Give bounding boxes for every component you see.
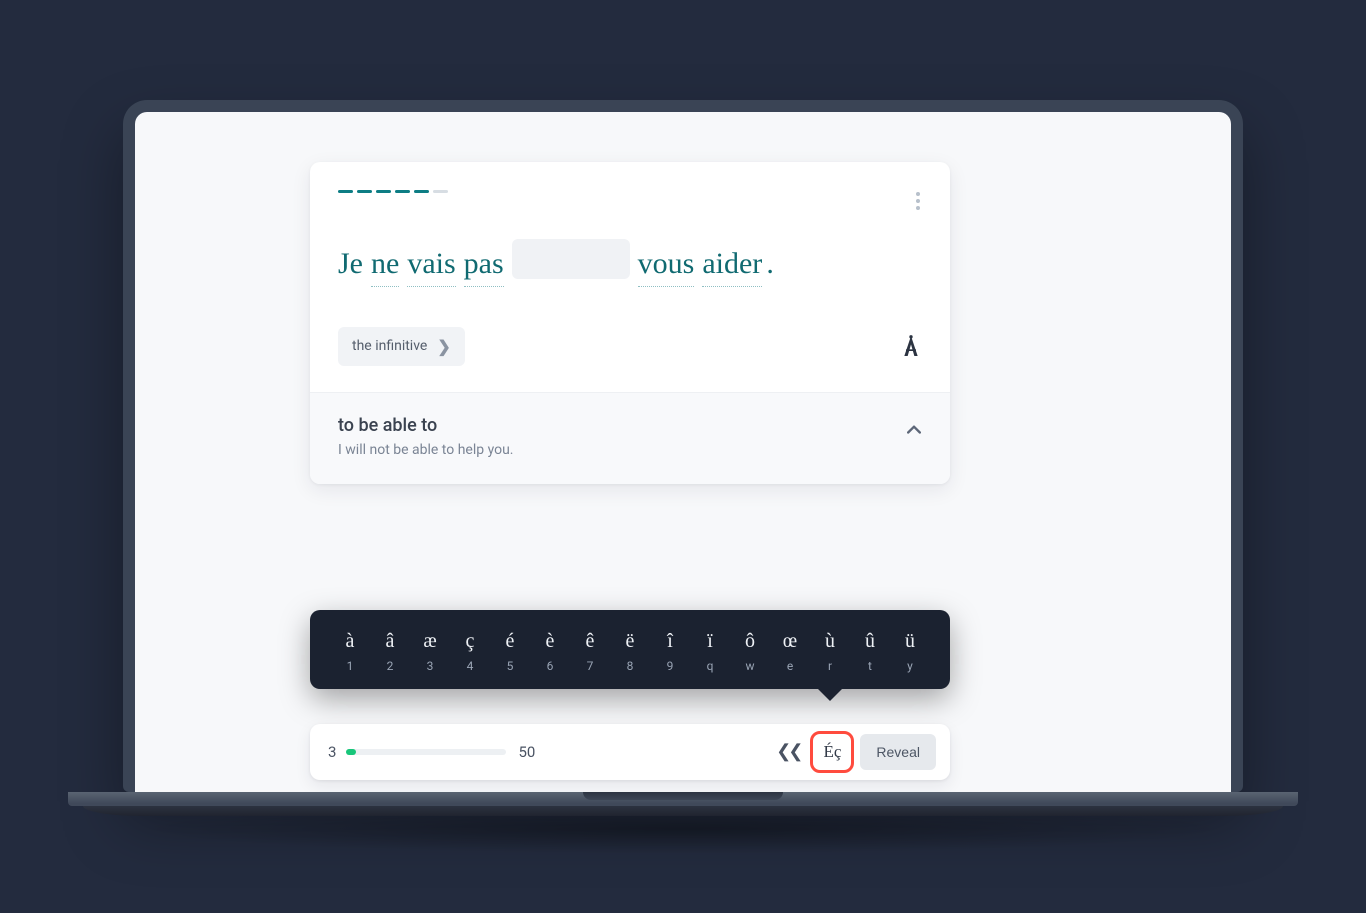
app-screen: Jenevaispas vousaider. the infinitive ❯ (135, 112, 1231, 792)
accent-picker-popup: à1â2æ3ç4é5è6ê7ë8î9ïqôwœeùrûtüy (310, 610, 950, 689)
accent-key[interactable]: è6 (530, 626, 570, 677)
accent-char: ê (570, 630, 610, 653)
accent-key[interactable]: ê7 (570, 626, 610, 677)
language-icon (900, 334, 922, 358)
exercise-card: Jenevaispas vousaider. the infinitive ❯ (310, 162, 950, 484)
accent-key[interactable]: ç4 (450, 626, 490, 677)
accent-char: û (850, 630, 890, 653)
progress-dash (433, 190, 448, 193)
reveal-button[interactable]: Reveal (860, 734, 936, 770)
accent-key[interactable]: œe (770, 626, 810, 677)
accent-key[interactable]: é5 (490, 626, 530, 677)
accent-shortcut: e (770, 659, 810, 673)
accent-toggle-button[interactable]: Éç (814, 736, 850, 768)
hint-chip[interactable]: the infinitive ❯ (338, 327, 465, 366)
sentence: Jenevaispas vousaider. (338, 233, 922, 287)
accent-shortcut: 3 (410, 659, 450, 673)
exercise-progress-dashes (338, 190, 922, 193)
accent-key[interactable]: ùr (810, 626, 850, 677)
accent-key[interactable]: î9 (650, 626, 690, 677)
collapse-button[interactable] (902, 417, 926, 441)
accent-key[interactable]: ût (850, 626, 890, 677)
progress-dash (376, 190, 391, 193)
sentence-word[interactable]: ne (371, 243, 399, 287)
accent-shortcut: 9 (650, 659, 690, 673)
accent-shortcut: 4 (450, 659, 490, 673)
accent-shortcut: 5 (490, 659, 530, 673)
progress-dash (414, 190, 429, 193)
sentence-word[interactable]: vous (638, 243, 695, 287)
answer-blank[interactable] (512, 239, 630, 279)
accent-shortcut: 6 (530, 659, 570, 673)
accent-shortcut: 7 (570, 659, 610, 673)
progress-dash (395, 190, 410, 193)
sentence-period: . (766, 243, 774, 285)
translation-panel: to be able to I will not be able to help… (310, 392, 950, 484)
card-top: Jenevaispas vousaider. the infinitive ❯ (310, 162, 950, 392)
translation-title: to be able to (338, 415, 922, 436)
accent-char: æ (410, 630, 450, 653)
accent-shortcut: 1 (330, 659, 370, 673)
more-menu-button[interactable] (910, 186, 926, 216)
accent-key[interactable]: æ3 (410, 626, 450, 677)
accent-char: à (330, 630, 370, 653)
accent-char: œ (770, 630, 810, 653)
progress-dash (338, 190, 353, 193)
sentence-word[interactable]: Je (338, 243, 363, 286)
accent-char: ë (610, 630, 650, 653)
accent-char: ù (810, 630, 850, 653)
sentence-word[interactable]: pas (464, 243, 504, 287)
accent-key[interactable]: à1 (330, 626, 370, 677)
accent-key[interactable]: üy (890, 626, 930, 677)
accent-char: é (490, 630, 530, 653)
accent-char: î (650, 630, 690, 653)
accent-shortcut: w (730, 659, 770, 673)
bottom-toolbar: 3 50 ❮❮ Éç Reveal (310, 724, 950, 780)
sentence-word[interactable]: vais (407, 243, 455, 287)
progress-total: 50 (518, 743, 535, 761)
accent-shortcut: r (810, 659, 850, 673)
accent-shortcut: t (850, 659, 890, 673)
rewind-button[interactable]: ❮❮ (768, 735, 808, 768)
accent-shortcut: q (690, 659, 730, 673)
accent-char: ü (890, 630, 930, 653)
progress-current: 3 (328, 743, 336, 761)
accent-shortcut: y (890, 659, 930, 673)
accent-key[interactable]: ôw (730, 626, 770, 677)
accent-char: ï (690, 630, 730, 653)
progress-track[interactable] (346, 749, 506, 755)
translation-subtitle: I will not be able to help you. (338, 442, 922, 458)
accent-shortcut: 2 (370, 659, 410, 673)
chevron-right-icon: ❯ (437, 337, 450, 356)
progress-fill (346, 749, 356, 755)
accent-key[interactable]: ïq (690, 626, 730, 677)
accent-key[interactable]: ë8 (610, 626, 650, 677)
accent-shortcut: 8 (610, 659, 650, 673)
accent-char: â (370, 630, 410, 653)
sentence-word[interactable]: aider (702, 243, 762, 287)
accent-char: è (530, 630, 570, 653)
hint-label: the infinitive (352, 338, 427, 354)
accent-char: ô (730, 630, 770, 653)
accent-char: ç (450, 630, 490, 653)
accent-key[interactable]: â2 (370, 626, 410, 677)
progress-dash (357, 190, 372, 193)
